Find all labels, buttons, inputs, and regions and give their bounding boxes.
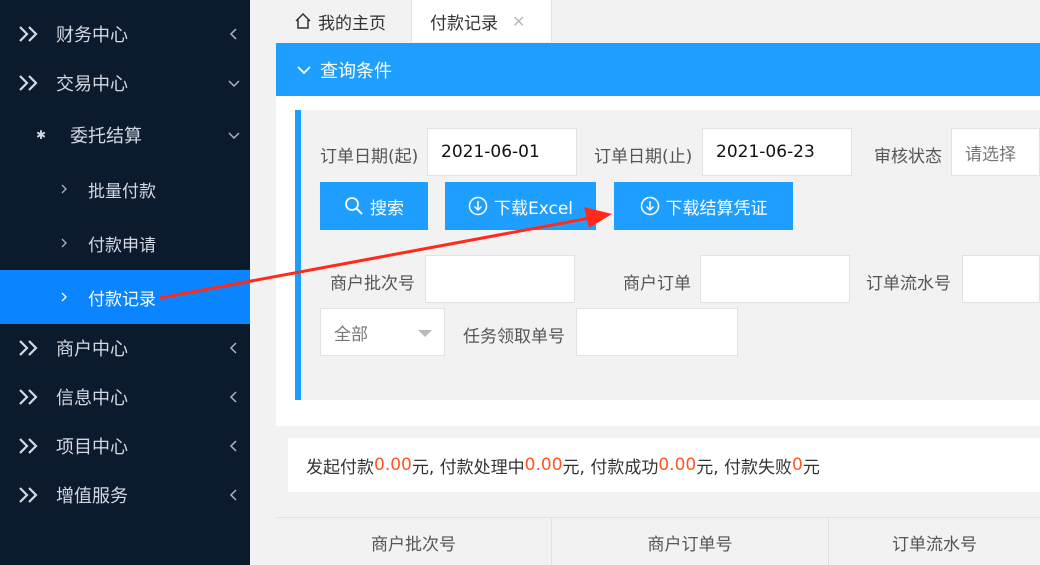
- nav-payment-request[interactable]: 付款申请: [0, 218, 250, 268]
- chevron-left-icon: [229, 489, 237, 501]
- download-voucher-label: 下载结算凭证: [665, 198, 768, 219]
- tab-payment-records[interactable]: 付款记录 ✕: [412, 0, 552, 42]
- th-merchant-batch[interactable]: 商户批次号: [276, 518, 552, 565]
- home-icon: [295, 12, 311, 29]
- tab-home[interactable]: 我的主页: [276, 0, 412, 42]
- nav-label: 付款记录: [88, 289, 156, 310]
- double-chevron-icon: [19, 389, 38, 405]
- download-icon: [468, 196, 488, 216]
- query-title: 查询条件: [320, 60, 392, 82]
- tab-bar: 我的主页 付款记录 ✕: [250, 0, 1040, 42]
- palm-icon: ✱: [36, 128, 47, 142]
- search-button[interactable]: 搜索: [320, 182, 428, 230]
- summary-failed-amount: 0: [792, 455, 803, 475]
- nav-batch-payment[interactable]: 批量付款: [0, 164, 250, 214]
- double-chevron-icon: [19, 75, 38, 91]
- order-date-start-label: 订单日期(起): [320, 147, 419, 167]
- download-icon: [640, 196, 659, 216]
- nav-entrusted-settlement[interactable]: ✱ 委托结算: [0, 110, 250, 160]
- summary-failed-label: 元, 付款失败: [696, 457, 793, 478]
- merchant-order-input[interactable]: [700, 255, 850, 303]
- nav-value-added-services[interactable]: 增值服务: [0, 470, 250, 520]
- nav-label: 交易中心: [56, 74, 128, 95]
- chevron-left-icon: [229, 28, 237, 40]
- audit-status-label: 审核状态: [874, 147, 942, 167]
- search-icon: [345, 197, 363, 215]
- query-conditions-header[interactable]: 查询条件: [276, 43, 1040, 96]
- order-date-end-label: 订单日期(止): [594, 147, 693, 167]
- double-chevron-icon: [19, 340, 38, 356]
- th-merchant-order[interactable]: 商户订单号: [552, 518, 829, 565]
- close-icon[interactable]: ✕: [512, 12, 525, 31]
- chevron-left-icon: [229, 391, 237, 403]
- search-button-label: 搜索: [370, 198, 404, 219]
- chevron-right-icon: [61, 184, 67, 194]
- double-chevron-icon: [19, 438, 38, 454]
- double-chevron-icon: [19, 487, 38, 503]
- order-date-start-input[interactable]: 2021-06-01: [427, 128, 577, 176]
- nav-project-center[interactable]: 项目中心: [0, 421, 250, 471]
- audit-status-select[interactable]: 请选择: [951, 128, 1040, 176]
- summary-success-amount: 0.00: [658, 455, 697, 475]
- nav-info-center[interactable]: 信息中心: [0, 372, 250, 422]
- chevron-left-icon: [229, 440, 237, 452]
- merchant-order-label: 商户订单: [623, 274, 691, 294]
- download-voucher-button[interactable]: 下载结算凭证: [614, 182, 793, 230]
- payment-summary: 发起付款 0.00 元, 付款处理中 0.00 元, 付款成功 0.00 元, 付款失败 0 元: [288, 438, 1040, 492]
- chevron-left-icon: [229, 342, 237, 354]
- nav-label: 委托结算: [70, 126, 142, 147]
- download-excel-label: 下载Excel: [493, 198, 574, 219]
- nav-label: 增值服务: [56, 486, 128, 507]
- scope-select-value: 全部: [334, 324, 368, 345]
- merchant-batch-label: 商户批次号: [330, 274, 415, 294]
- summary-tail: 元: [802, 457, 820, 478]
- task-receipt-label: 任务领取单号: [463, 327, 565, 347]
- nav-label: 信息中心: [56, 388, 128, 409]
- order-date-end-input[interactable]: 2021-06-23: [702, 128, 852, 176]
- order-serial-input[interactable]: [962, 255, 1040, 303]
- nav-label: 付款申请: [88, 235, 156, 256]
- double-chevron-icon: [19, 26, 38, 42]
- summary-initiated-label: 发起付款: [306, 457, 374, 478]
- download-excel-button[interactable]: 下载Excel: [445, 182, 596, 230]
- summary-success-label: 元, 付款成功: [562, 457, 659, 478]
- scope-select[interactable]: 全部: [320, 308, 445, 356]
- chevron-down-icon: [228, 80, 240, 88]
- order-serial-label: 订单流水号: [866, 274, 951, 294]
- chevron-down-icon: [228, 132, 240, 140]
- caret-down-icon: [418, 330, 432, 337]
- summary-initiated-amount: 0.00: [374, 455, 412, 475]
- nav-label: 项目中心: [56, 437, 128, 458]
- merchant-batch-input[interactable]: [425, 255, 575, 303]
- chevron-right-icon: [61, 292, 67, 302]
- sidebar: 财务中心 交易中心 ✱ 委托结算 批量付款 付款申请 付款记录 商户中心 信息中…: [0, 0, 250, 565]
- tab-label: 付款记录: [430, 13, 498, 34]
- nav-label: 财务中心: [56, 25, 128, 46]
- nav-payment-records[interactable]: 付款记录: [0, 270, 250, 324]
- chevron-down-icon: [297, 65, 311, 74]
- tab-label: 我的主页: [318, 13, 386, 34]
- summary-processing-label: 元, 付款处理中: [411, 457, 525, 478]
- nav-finance-center[interactable]: 财务中心: [0, 9, 250, 59]
- summary-processing-amount: 0.00: [524, 455, 563, 475]
- nav-merchant-center[interactable]: 商户中心: [0, 323, 250, 373]
- task-receipt-input[interactable]: [576, 308, 738, 356]
- records-table-header: 商户批次号 商户订单号 订单流水号: [276, 517, 1040, 565]
- nav-label: 商户中心: [56, 339, 128, 360]
- th-order-serial[interactable]: 订单流水号: [829, 518, 1040, 565]
- nav-label: 批量付款: [88, 181, 156, 202]
- nav-trade-center[interactable]: 交易中心: [0, 58, 250, 108]
- chevron-right-icon: [61, 238, 67, 248]
